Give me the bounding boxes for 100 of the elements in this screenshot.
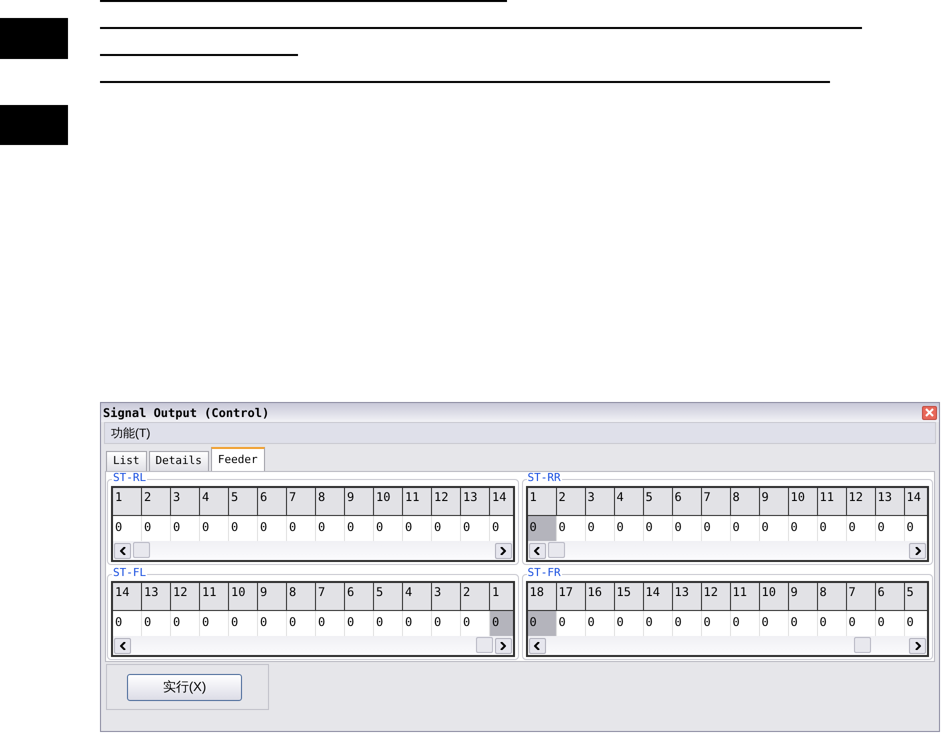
scroll-arrow-button[interactable]: [114, 542, 131, 558]
table-cell[interactable]: 0: [528, 516, 556, 541]
table-cell[interactable]: 0: [374, 516, 403, 541]
close-icon: [925, 408, 934, 417]
scroll-arrow-button[interactable]: [494, 542, 512, 558]
table-cell[interactable]: 0: [171, 611, 200, 636]
table-cell[interactable]: 0: [788, 516, 818, 541]
table-cell[interactable]: 0: [461, 516, 490, 541]
menu-item[interactable]: 功能(T): [111, 424, 150, 442]
scrollbar[interactable]: [528, 541, 927, 560]
table-cell[interactable]: 0: [876, 516, 904, 541]
column-header: 8: [818, 583, 846, 611]
column-header: 8: [730, 488, 760, 516]
table-cell[interactable]: 0: [730, 516, 760, 541]
table-cell[interactable]: 0: [760, 516, 788, 541]
table-cell[interactable]: 0: [287, 516, 316, 541]
table-cell[interactable]: 0: [644, 611, 672, 636]
table-cell[interactable]: 0: [672, 516, 702, 541]
scroll-arrow-button[interactable]: [494, 638, 512, 654]
scrollbar[interactable]: [528, 636, 927, 655]
column-header: 7: [316, 583, 345, 611]
table-cell[interactable]: 0: [258, 516, 287, 541]
column-header: 5: [904, 583, 927, 611]
column-header: 14: [644, 583, 672, 611]
table-cell[interactable]: 0: [644, 516, 672, 541]
table-cell[interactable]: 0: [702, 516, 730, 541]
column-header: 13: [672, 583, 702, 611]
scroll-thumb[interactable]: [854, 637, 870, 653]
table-cell[interactable]: 0: [142, 516, 171, 541]
scroll-arrow-button[interactable]: [528, 638, 546, 654]
table-cell[interactable]: 0: [113, 516, 142, 541]
table-cell[interactable]: 0: [316, 611, 345, 636]
table-cell[interactable]: 0: [760, 611, 788, 636]
table-cell[interactable]: 0: [316, 516, 345, 541]
table-cell[interactable]: 0: [142, 611, 171, 636]
column-header: 2: [142, 488, 171, 516]
scroll-thumb[interactable]: [548, 542, 564, 558]
column-header: 5: [229, 488, 258, 516]
column-header: 11: [200, 583, 229, 611]
table-cell[interactable]: 0: [528, 611, 556, 636]
tab[interactable]: Feeder: [210, 447, 265, 471]
column-header: 17: [556, 583, 586, 611]
table-cell[interactable]: 0: [586, 516, 614, 541]
table-cell[interactable]: 0: [113, 611, 142, 636]
scroll-arrow-button[interactable]: [909, 542, 926, 558]
table-cell[interactable]: 0: [818, 516, 846, 541]
tab[interactable]: Details: [148, 451, 209, 471]
column-header: 4: [200, 488, 229, 516]
table-cell[interactable]: 0: [345, 516, 374, 541]
group-title: ST-RL: [112, 472, 148, 483]
table-cell[interactable]: 0: [846, 611, 876, 636]
tab[interactable]: List: [106, 451, 146, 471]
table-cell[interactable]: 0: [345, 611, 374, 636]
column-header: 12: [432, 488, 461, 516]
column-header: 6: [258, 488, 287, 516]
table-cell[interactable]: 0: [614, 611, 644, 636]
table-cell[interactable]: 0: [171, 516, 200, 541]
table-cell[interactable]: 0: [556, 516, 586, 541]
scroll-arrow-button[interactable]: [909, 638, 926, 654]
execute-button[interactable]: 实行(X): [127, 674, 242, 700]
table-cell[interactable]: 0: [287, 611, 316, 636]
table-cell[interactable]: 0: [432, 611, 461, 636]
chevron-right-icon: [914, 642, 920, 650]
table-cell[interactable]: 0: [846, 516, 876, 541]
column-header: 15: [614, 583, 644, 611]
table-cell[interactable]: 0: [730, 611, 760, 636]
table-cell[interactable]: 0: [200, 611, 229, 636]
table-cell[interactable]: 0: [200, 516, 229, 541]
table-cell[interactable]: 0: [556, 611, 586, 636]
table-cell[interactable]: 0: [258, 611, 287, 636]
table-cell[interactable]: 0: [229, 611, 258, 636]
column-header: 11: [403, 488, 432, 516]
close-button[interactable]: [922, 406, 937, 420]
column-header: 10: [788, 488, 818, 516]
table-cell[interactable]: 0: [403, 516, 432, 541]
table-cell[interactable]: 0: [374, 611, 403, 636]
table-cell[interactable]: 0: [876, 611, 904, 636]
table-cell[interactable]: 0: [672, 611, 702, 636]
table-cell[interactable]: 0: [490, 611, 512, 636]
scroll-arrow-button[interactable]: [528, 542, 546, 558]
chevron-left-icon: [120, 546, 126, 554]
chevron-left-icon: [534, 642, 540, 650]
scrollbar[interactable]: [113, 636, 512, 655]
scroll-thumb[interactable]: [133, 542, 150, 558]
table-cell[interactable]: 0: [586, 611, 614, 636]
table-cell[interactable]: 0: [403, 611, 432, 636]
scroll-thumb[interactable]: [476, 637, 492, 653]
table-cell[interactable]: 0: [432, 516, 461, 541]
scrollbar[interactable]: [113, 541, 512, 560]
column-header: 18: [528, 583, 556, 611]
table-cell[interactable]: 0: [818, 611, 846, 636]
column-header: 10: [229, 583, 258, 611]
table-cell[interactable]: 0: [702, 611, 730, 636]
table-cell[interactable]: 0: [614, 516, 644, 541]
group-title: ST-FR: [526, 567, 562, 578]
table-cell[interactable]: 0: [229, 516, 258, 541]
table-cell[interactable]: 0: [788, 611, 818, 636]
scroll-arrow-button[interactable]: [114, 638, 131, 654]
column-header: 2: [556, 488, 586, 516]
table-cell[interactable]: 0: [461, 611, 490, 636]
